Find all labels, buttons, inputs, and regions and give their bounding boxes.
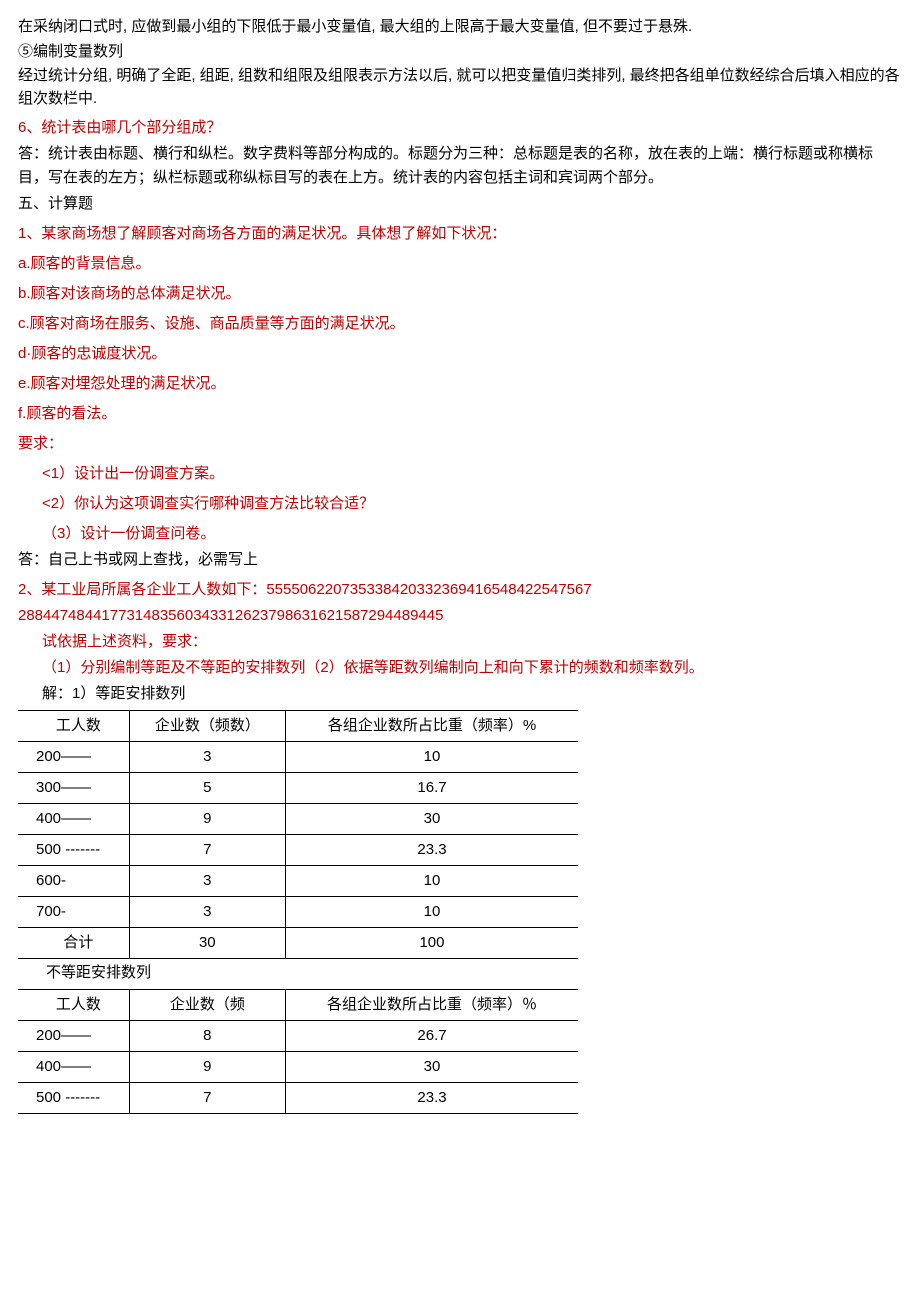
paragraph-2: ⑤编制变量数列: [18, 41, 902, 64]
table-row: 工人数 企业数（频 各组企业数所占比重（频率）％: [18, 990, 578, 1021]
question-2-line-2: 2884474844177314835603433126237986316215…: [18, 604, 902, 628]
table-cell: 9: [129, 1052, 285, 1083]
table-row: 700- 3 10: [18, 897, 578, 928]
table-cell: 3: [129, 897, 285, 928]
table-row: 200—— 3 10: [18, 742, 578, 773]
table-row: 600- 3 10: [18, 866, 578, 897]
table-cell: 3: [129, 866, 285, 897]
table-header-col1: 工人数: [18, 711, 129, 742]
question-1-a: a.顾客的背景信息。: [18, 252, 902, 276]
question-1-e: e.顾客对埋怨处理的满足状况。: [18, 372, 902, 396]
table-cell: 30: [129, 928, 285, 959]
question-1-b: b.顾客对该商场的总体满足状况。: [18, 282, 902, 306]
table-cell: 700-: [18, 897, 129, 928]
table-row: 300—— 5 16.7: [18, 773, 578, 804]
table-cell: 23.3: [285, 1083, 578, 1114]
table-cell: 23.3: [285, 835, 578, 866]
question-2-solution: 解：1）等距安排数列: [18, 682, 902, 706]
question-1-req-2: <2）你认为这项调查实行哪种调查方法比较合适？: [18, 492, 902, 516]
table-header-col2: 企业数（频数）: [129, 711, 285, 742]
table-cell: 10: [285, 897, 578, 928]
question-1-answer: 答：自己上书或网上查找，必需写上: [18, 548, 902, 572]
table-header-col3: 各组企业数所占比重（频率）％: [285, 990, 578, 1021]
question-1-f: f.顾客的看法。: [18, 402, 902, 426]
table-2-unequal-distance: 工人数 企业数（频 各组企业数所占比重（频率）％ 200—— 8 26.7 40…: [18, 989, 578, 1114]
question-1-req-3: （3）设计一份调查问卷。: [18, 522, 902, 546]
table-row: 200—— 8 26.7: [18, 1021, 578, 1052]
table-row: 400—— 9 30: [18, 1052, 578, 1083]
table-row: 500 ------- 7 23.3: [18, 835, 578, 866]
question-1-requirements: 要求：: [18, 432, 902, 456]
table-header-col2: 企业数（频: [129, 990, 285, 1021]
answer-6: 答：统计表由标题、横行和纵栏。数字费料等部分构成的。标题分为三种：总标题是表的名…: [18, 142, 902, 190]
table-cell: 400——: [18, 1052, 129, 1083]
table-cell: 400——: [18, 804, 129, 835]
table-cell: 500 -------: [18, 1083, 129, 1114]
table-cell: 200——: [18, 742, 129, 773]
table-cell: 30: [285, 1052, 578, 1083]
table-header-col1: 工人数: [18, 990, 129, 1021]
table-cell: 16.7: [285, 773, 578, 804]
question-1-intro: 1、某家商场想了解顾客对商场各方面的满足状况。具体想了解如下状况：: [18, 222, 902, 246]
table-cell: 5: [129, 773, 285, 804]
question-2-line-1: 2、某工业局所属各企业工人数如下：55550622073533842033236…: [18, 578, 902, 602]
question-1-c: c.顾客对商场在服务、设施、商品质量等方面的满足状况。: [18, 312, 902, 336]
table-cell: 500 -------: [18, 835, 129, 866]
table-cell: 9: [129, 804, 285, 835]
table-cell: 10: [285, 866, 578, 897]
table-cell: 3: [129, 742, 285, 773]
table-row: 400—— 9 30: [18, 804, 578, 835]
table-1-equal-distance: 工人数 企业数（频数） 各组企业数所占比重（频率）% 200—— 3 10 30…: [18, 710, 578, 959]
paragraph-3: 经过统计分组, 明确了全距, 组距, 组数和组限及组限表示方法以后, 就可以把变…: [18, 65, 902, 110]
table-cell: 26.7: [285, 1021, 578, 1052]
table-2-caption: 不等距安排数列: [46, 961, 902, 985]
table-header-col3: 各组企业数所占比重（频率）%: [285, 711, 578, 742]
table-cell: 合计: [18, 928, 129, 959]
question-1-d: d·顾客的忠诚度状况。: [18, 342, 902, 366]
table-cell: 100: [285, 928, 578, 959]
table-row: 500 ------- 7 23.3: [18, 1083, 578, 1114]
question-2-requirement: 试依据上述资料，要求：: [18, 630, 902, 654]
table-cell: 7: [129, 1083, 285, 1114]
section-5-heading: 五、计算题: [18, 192, 902, 216]
paragraph-1: 在采纳闭口式时, 应做到最小组的下限低于最小变量值, 最大组的上限高于最大变量值…: [18, 16, 902, 39]
table-cell: 10: [285, 742, 578, 773]
table-cell: 7: [129, 835, 285, 866]
table-cell: 600-: [18, 866, 129, 897]
table-cell: 8: [129, 1021, 285, 1052]
table-cell: 200——: [18, 1021, 129, 1052]
table-row: 工人数 企业数（频数） 各组企业数所占比重（频率）%: [18, 711, 578, 742]
table-cell: 30: [285, 804, 578, 835]
question-1-req-1: <1）设计出一份调查方案。: [18, 462, 902, 486]
question-6: 6、统计表由哪几个部分组成？: [18, 116, 902, 140]
table-cell: 300——: [18, 773, 129, 804]
question-2-sub: （1）分别编制等距及不等距的安排数列（2）依据等距数列编制向上和向下累计的频数和…: [18, 656, 902, 680]
table-row: 合计 30 100: [18, 928, 578, 959]
